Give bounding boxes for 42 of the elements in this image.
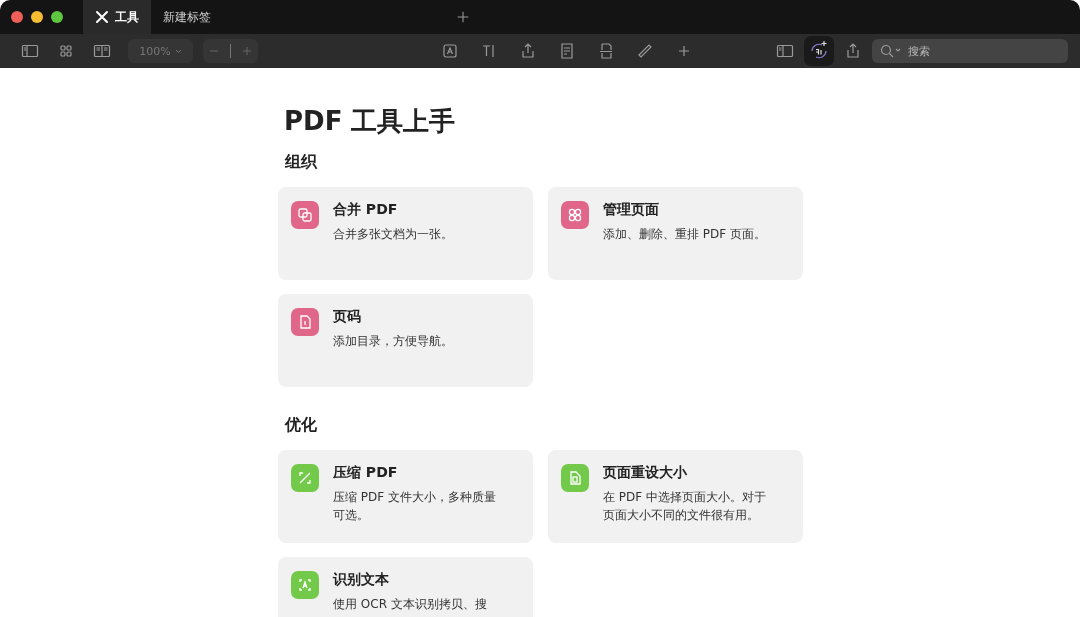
sidebar-icon[interactable]	[21, 42, 39, 60]
card-title: 识别文本	[333, 571, 390, 589]
page-title: PDF 工具上手	[284, 105, 457, 138]
grid-icon[interactable]	[57, 42, 75, 60]
plus-icon[interactable]	[455, 9, 471, 25]
section-heading: 优化	[285, 415, 318, 436]
page-crop-icon[interactable]	[597, 42, 615, 60]
search-icon[interactable]	[880, 44, 902, 58]
ruler-icon[interactable]	[636, 42, 654, 60]
card-title: 合并 PDF	[333, 201, 399, 219]
tool-card[interactable]: 识别文本 使用 OCR 文本识别拷贝、搜	[278, 557, 533, 617]
tool-card[interactable]: 页码 添加目录，方便导航。	[278, 294, 533, 387]
share-icon[interactable]	[519, 42, 537, 60]
ai-button[interactable]	[804, 36, 834, 66]
tool-card[interactable]: 管理页面 添加、删除、重排 PDF 页面。	[548, 187, 803, 280]
tool-card[interactable]: 页面重设大小 在 PDF 中选择页面大小。对于页面大小不同的文件很有用。	[548, 450, 803, 543]
card-description: 使用 OCR 文本识别拷贝、搜	[333, 596, 487, 613]
book-icon[interactable]	[93, 42, 111, 60]
card-description: 合并多张文档为一张。	[333, 226, 453, 243]
card-description: 添加、删除、重排 PDF 页面。	[603, 226, 766, 243]
tab[interactable]: 新建标签	[151, 0, 223, 34]
card-title: 页码	[333, 308, 362, 326]
card-title: 管理页面	[603, 201, 660, 219]
window-control[interactable]	[51, 11, 63, 23]
window-control[interactable]	[11, 11, 23, 23]
card-title: 压缩 PDF	[333, 464, 399, 482]
card-description: 添加目录，方便导航。	[333, 333, 453, 350]
card-title: 页面重设大小	[603, 464, 688, 482]
card-description: 在 PDF 中选择页面大小。对于页面大小不同的文件很有用。	[603, 489, 767, 524]
card-description: 压缩 PDF 文件大小，多种质量可选。	[333, 489, 497, 524]
chevron-icon	[174, 48, 182, 54]
section-heading: 组织	[285, 152, 318, 173]
tab[interactable]: 工具	[83, 0, 151, 34]
tool-card[interactable]: 压缩 PDF 压缩 PDF 文件大小，多种质量可选。	[278, 450, 533, 543]
search-field[interactable]: 搜索	[872, 39, 1068, 63]
text-box-icon[interactable]	[441, 42, 459, 60]
search-input[interactable]: 搜索	[908, 44, 1058, 58]
tool-card[interactable]: 合并 PDF 合并多张文档为一张。	[278, 187, 533, 280]
share-icon[interactable]	[844, 42, 862, 60]
window-control[interactable]	[31, 11, 43, 23]
note-icon[interactable]	[558, 42, 576, 60]
sidebar-icon[interactable]	[776, 42, 794, 60]
